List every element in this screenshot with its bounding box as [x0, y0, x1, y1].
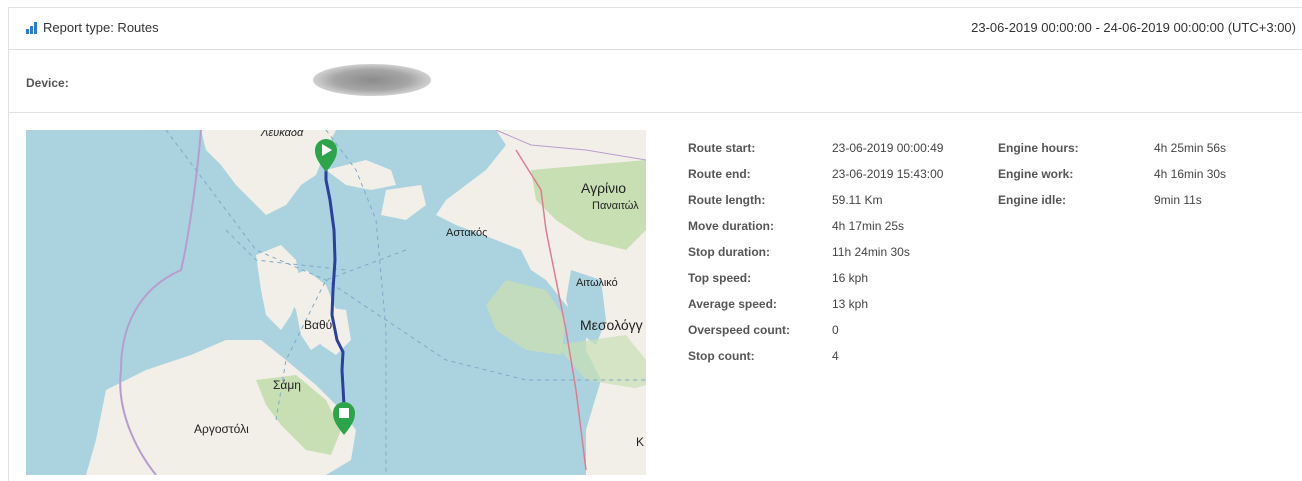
report-header: Report type: Routes 23-06-2019 00:00:00 … [8, 8, 1302, 50]
map-label-argostoli: Αργοστόλι [194, 422, 249, 436]
map-label-panaitolio: Παναιτώλ [592, 200, 639, 212]
route-map[interactable]: Λευκάδα Αγρίνιο Παναιτώλ Αστακός Αιτωλικ… [26, 130, 646, 475]
stat-value-stop-count: 4 [832, 349, 839, 363]
map-label-astakos: Αστακός [446, 227, 488, 239]
bar-chart-icon [26, 22, 38, 34]
map-label-sami: Σάμη [273, 378, 301, 392]
map-label-lefkada: Λευκάδα [261, 130, 304, 139]
device-row: Device: [8, 50, 1302, 113]
stat-value-engine-work: 4h 16min 30s [1154, 167, 1227, 181]
stat-value-route-length: 59.11 Km [832, 193, 883, 207]
stat-value-engine-idle: 9min 11s [1154, 193, 1202, 207]
stat-key-overspeed-count: Overspeed count: [688, 323, 791, 337]
stat-value-route-end: 23-06-2019 15:43:00 [832, 167, 944, 181]
stat-key-route-length: Route length: [688, 193, 766, 207]
device-name-redacted [313, 64, 431, 96]
stat-key-move-duration: Move duration: [688, 219, 774, 233]
stat-value-stop-duration: 11h 24min 30s [832, 245, 910, 259]
stat-value-engine-hours: 4h 25min 56s [1154, 141, 1227, 155]
stat-key-stop-count: Stop count: [688, 349, 755, 363]
stat-key-route-start: Route start: [688, 141, 756, 155]
stat-value-top-speed: 16 kph [832, 271, 869, 285]
stat-key-engine-hours: Engine hours: [998, 141, 1079, 155]
map-label-vathi: Βαθύ [304, 318, 333, 332]
stat-value-move-duration: 4h 17min 25s [832, 219, 905, 233]
device-label: Device: [26, 76, 69, 90]
route-stats-right: Engine hours: Engine work: Engine idle: … [998, 138, 1274, 216]
stat-value-overspeed-count: 0 [832, 323, 839, 337]
route-stats-left: Route start: Route end: Route length: Mo… [688, 138, 998, 372]
map-label-k: Κ [636, 435, 645, 449]
stat-key-engine-work: Engine work: [998, 167, 1074, 181]
stat-key-route-end: Route end: [688, 167, 751, 181]
map-canvas[interactable] [26, 130, 646, 475]
map-label-aitoliko: Αιτωλικό [576, 277, 618, 289]
stat-key-average-speed: Average speed: [688, 297, 777, 311]
stat-key-top-speed: Top speed: [688, 271, 752, 285]
map-label-agrinio: Αγρίνιο [581, 180, 627, 196]
map-label-mesolongi: Μεσολόγγ [580, 317, 643, 333]
stat-value-route-start: 23-06-2019 00:00:49 [832, 141, 944, 155]
report-type-title: Report type: Routes [43, 20, 159, 35]
stat-value-average-speed: 13 kph [832, 297, 869, 311]
stat-key-stop-duration: Stop duration: [688, 245, 770, 259]
stat-key-engine-idle: Engine idle: [998, 193, 1067, 207]
report-date-range: 23-06-2019 00:00:00 - 24-06-2019 00:00:0… [971, 20, 1296, 35]
